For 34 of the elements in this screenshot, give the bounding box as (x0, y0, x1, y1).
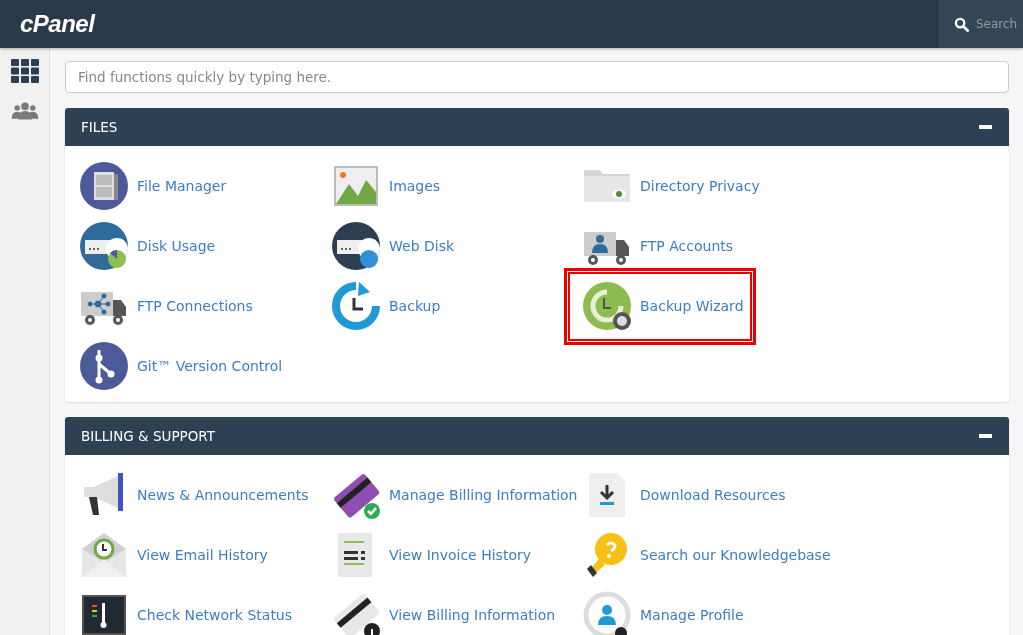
function-link[interactable]: Backup (389, 298, 441, 314)
branch-icon[interactable] (80, 342, 128, 390)
function-link[interactable]: View Invoice History (389, 547, 531, 563)
function-link[interactable]: View Email History (137, 547, 268, 563)
function-link[interactable]: File Manager (137, 178, 227, 194)
cpanel-logo[interactable]: cPanel (20, 10, 95, 38)
function-link[interactable]: Download Resources (640, 487, 786, 503)
function-link[interactable]: Backup Wizard (640, 298, 744, 314)
function-link[interactable]: Images (389, 178, 441, 194)
grid-icon[interactable] (10, 59, 39, 83)
server-globe-icon[interactable] (332, 222, 380, 270)
function-link[interactable]: News & Announcements (137, 487, 309, 503)
server-pie-icon[interactable] (80, 222, 128, 270)
circular-arrow-clock-icon[interactable] (583, 282, 631, 330)
function-link[interactable]: Git™ Version Control (137, 358, 283, 374)
search-field[interactable]: Search (976, 17, 1022, 31)
find-functions-field[interactable]: Find functions quickly by typing here. (65, 61, 1009, 93)
search-icon (954, 16, 969, 32)
section-title: FILES (81, 119, 118, 135)
function-link[interactable]: Check Network Status (137, 607, 293, 623)
function-link[interactable]: Directory Privacy (640, 178, 760, 194)
function-link[interactable]: Disk Usage (137, 238, 216, 254)
section-title: BILLING & SUPPORT (81, 428, 215, 444)
function-link[interactable]: Search our Knowledgebase (640, 547, 831, 563)
circular-arrow-clock-icon[interactable] (332, 282, 380, 330)
envelope-clock-icon[interactable] (80, 531, 128, 579)
function-link[interactable]: FTP Accounts (640, 238, 734, 254)
function-link[interactable]: Manage Billing Information (389, 487, 578, 503)
function-link[interactable]: Web Disk (389, 238, 455, 254)
function-link[interactable]: Manage Profile (640, 607, 744, 623)
user-gear-icon[interactable] (583, 591, 631, 635)
function-link[interactable]: View Billing Information (389, 607, 556, 623)
function-link[interactable]: FTP Connections (137, 298, 253, 314)
file-cabinet-icon[interactable] (80, 162, 128, 210)
